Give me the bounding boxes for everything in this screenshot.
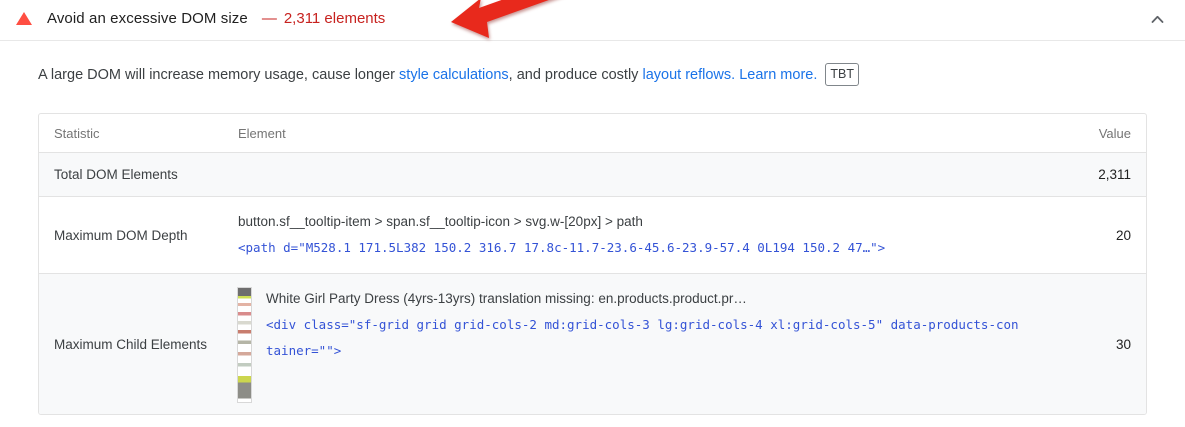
table-header-row: Statistic Element Value bbox=[39, 114, 1146, 153]
collapse-chevron-icon[interactable] bbox=[1147, 11, 1167, 27]
node-label: White Girl Party Dress (4yrs-13yrs) tran… bbox=[266, 291, 747, 306]
value-cell: 30 bbox=[1115, 336, 1131, 352]
tbt-metric-chip: TBT bbox=[825, 63, 860, 86]
element-cell bbox=[223, 152, 1034, 197]
node-snippet: <path d="M528.1 171.5L382 150.2 316.7 17… bbox=[238, 240, 886, 255]
page-thumbnail bbox=[237, 287, 252, 403]
audit-display-value: 2,311 elements bbox=[283, 10, 386, 27]
layout-reflows-link[interactable]: layout reflows. bbox=[642, 67, 735, 83]
element-cell: White Girl Party Dress (4yrs-13yrs) tran… bbox=[223, 274, 1034, 415]
column-header-statistic: Statistic bbox=[39, 114, 223, 153]
audit-description: A large DOM will increase memory usage, … bbox=[38, 63, 1147, 86]
fail-triangle-icon bbox=[16, 12, 32, 25]
display-value-separator: — bbox=[261, 10, 277, 27]
red-arrow-annotation-icon bbox=[447, 0, 587, 42]
statistic-label: Maximum DOM Depth bbox=[39, 196, 223, 274]
node-selector: button.sf__tooltip-item > span.sf__toolt… bbox=[238, 214, 643, 229]
audit-header[interactable]: Avoid an excessive DOM size — 2,311 elem… bbox=[0, 0, 1185, 41]
dom-stats-table: Statistic Element Value Total DOM Elemen… bbox=[38, 113, 1147, 415]
value-cell: 2,311 bbox=[1034, 152, 1146, 197]
statistic-label: Total DOM Elements bbox=[39, 152, 223, 197]
column-header-element: Element bbox=[223, 114, 1034, 153]
table-row-maximum-child-elements: Maximum Child Elements White Girl Party … bbox=[39, 273, 1146, 415]
style-calculations-link[interactable]: style calculations bbox=[399, 67, 509, 83]
table-row-total-dom-elements: Total DOM Elements 2,311 bbox=[39, 152, 1146, 197]
audit-title: Avoid an excessive DOM size bbox=[47, 10, 248, 27]
element-cell: button.sf__tooltip-item > span.sf__toolt… bbox=[223, 196, 1034, 274]
audit-card: Avoid an excessive DOM size — 2,311 elem… bbox=[0, 0, 1185, 415]
statistic-label: Maximum Child Elements bbox=[54, 336, 208, 352]
node-snippet: <div class="sf-grid grid grid-cols-2 md:… bbox=[266, 317, 1019, 358]
description-text: , and produce costly bbox=[508, 67, 643, 83]
value-cell: 20 bbox=[1034, 196, 1146, 274]
description-text: A large DOM will increase memory usage, … bbox=[38, 67, 400, 83]
column-header-value: Value bbox=[1034, 114, 1146, 153]
learn-more-link[interactable]: Learn more. bbox=[739, 67, 817, 83]
table-row-maximum-dom-depth: Maximum DOM Depth button.sf__tooltip-ite… bbox=[39, 196, 1146, 274]
